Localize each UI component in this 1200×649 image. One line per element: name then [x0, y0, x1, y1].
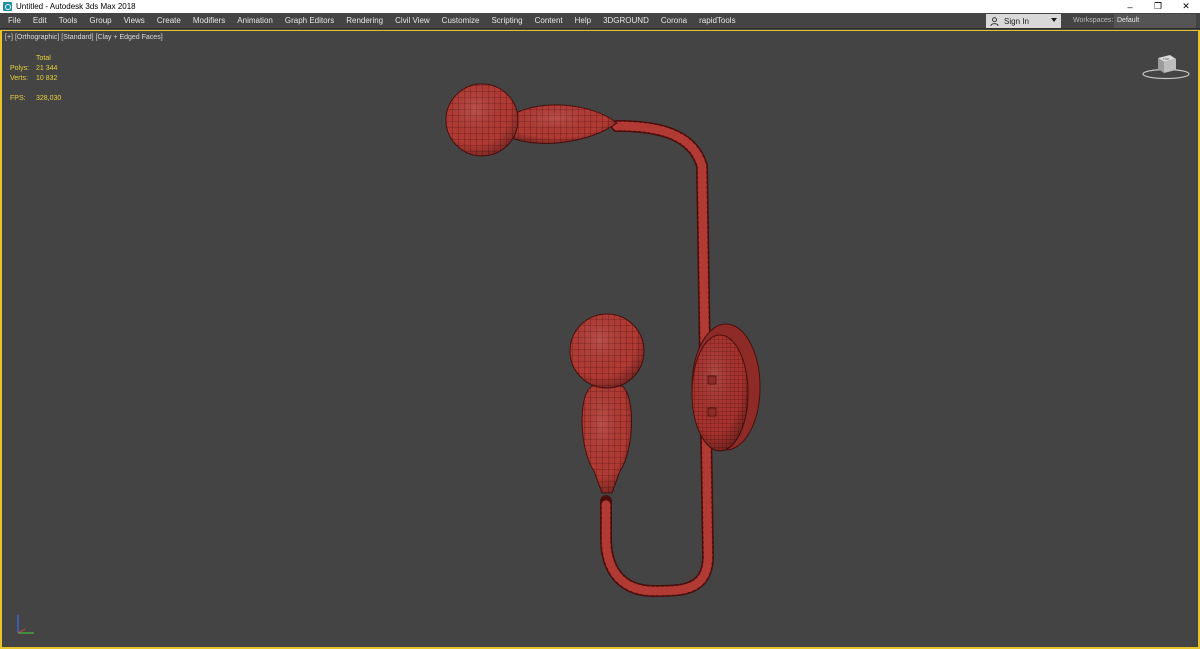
close-button[interactable]: ✕: [1172, 0, 1200, 13]
menu-bar: File Edit Tools Group Views Create Modif…: [0, 13, 1200, 29]
menu-edit[interactable]: Edit: [27, 13, 53, 29]
3dsmax-app-icon: [3, 2, 12, 11]
menu-rendering[interactable]: Rendering: [340, 13, 389, 29]
app-window: Untitled - Autodesk 3ds Max 2018 – ❐ ✕ F…: [0, 0, 1200, 649]
menu-rapidtools[interactable]: rapidTools: [693, 13, 741, 29]
wall-sconce-model[interactable]: [2, 31, 1198, 647]
axis-tripod-icon: [17, 615, 34, 634]
main-menu: File Edit Tools Group Views Create Modif…: [0, 13, 742, 29]
menu-views[interactable]: Views: [118, 13, 151, 29]
menu-customize[interactable]: Customize: [436, 13, 486, 29]
window-controls: – ❐ ✕: [1116, 0, 1200, 13]
menu-file[interactable]: File: [2, 13, 27, 29]
menu-corona[interactable]: Corona: [655, 13, 693, 29]
upper-lamp[interactable]: [445, 83, 618, 157]
menu-group[interactable]: Group: [83, 13, 117, 29]
menu-scripting[interactable]: Scripting: [485, 13, 528, 29]
user-icon: [990, 16, 999, 26]
menu-create[interactable]: Create: [151, 13, 187, 29]
sign-in-label: Sign In: [1004, 16, 1029, 26]
perspective-viewport[interactable]: [+] [Orthographic] [Standard] [Clay + Ed…: [0, 30, 1200, 649]
menu-graph-editors[interactable]: Graph Editors: [279, 13, 340, 29]
window-title: Untitled - Autodesk 3ds Max 2018: [16, 2, 136, 11]
menu-tools[interactable]: Tools: [53, 13, 84, 29]
menu-animation[interactable]: Animation: [231, 13, 279, 29]
menu-content[interactable]: Content: [529, 13, 569, 29]
title-bar: Untitled - Autodesk 3ds Max 2018 – ❐ ✕: [0, 0, 1200, 13]
wall-plate[interactable]: [691, 323, 761, 452]
sign-in-dropdown[interactable]: Sign In: [986, 14, 1061, 28]
menu-modifiers[interactable]: Modifiers: [187, 13, 231, 29]
chevron-down-icon: [1051, 18, 1057, 22]
restore-button[interactable]: ❐: [1144, 0, 1172, 13]
workspaces-select[interactable]: Default: [1114, 14, 1196, 28]
menu-civil-view[interactable]: Civil View: [389, 13, 436, 29]
menu-3dground[interactable]: 3DGROUND: [597, 13, 655, 29]
minimize-button[interactable]: –: [1116, 0, 1144, 13]
workspaces-label: Workspaces:: [1073, 17, 1114, 24]
lower-lamp[interactable]: [569, 313, 645, 494]
menu-help[interactable]: Help: [569, 13, 597, 29]
